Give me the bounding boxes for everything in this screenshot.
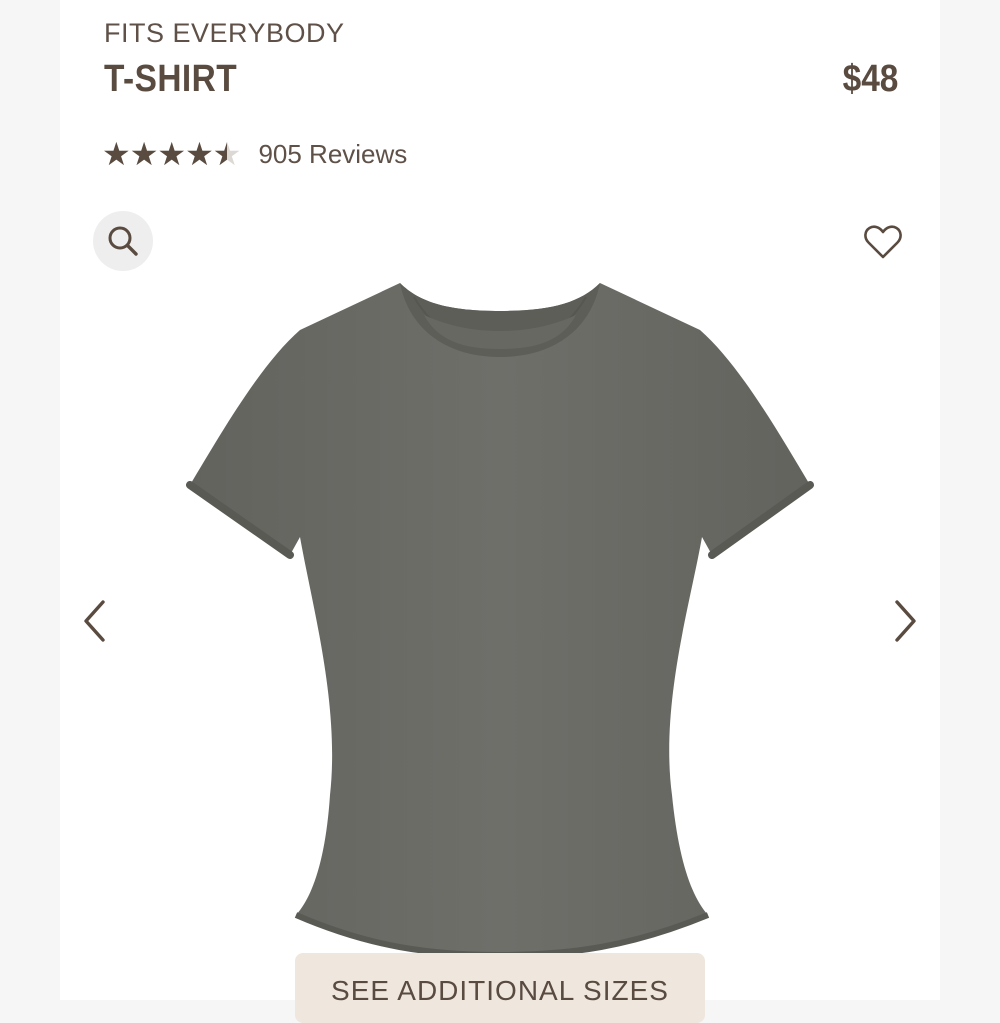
chevron-right-icon: [895, 600, 916, 642]
product-title: T-SHIRT: [104, 58, 238, 100]
product-price: $48: [842, 58, 898, 100]
next-image-button[interactable]: [886, 596, 926, 646]
product-image[interactable]: [180, 275, 820, 965]
rating-row[interactable]: ★★★★★ ★★★★★ 905 Reviews: [102, 136, 407, 172]
zoom-search-button[interactable]: [93, 211, 153, 271]
heart-icon: [864, 225, 902, 259]
star-rating: ★★★★★ ★★★★★: [102, 136, 241, 172]
see-additional-sizes-button[interactable]: SEE ADDITIONAL SIZES: [295, 953, 705, 1023]
wishlist-button[interactable]: [860, 220, 906, 264]
stars-filled: ★★★★★: [102, 136, 227, 172]
collection-label: FITS EVERYBODY: [104, 18, 345, 48]
search-icon: [108, 226, 138, 256]
reviews-link[interactable]: 905 Reviews: [258, 139, 407, 170]
previous-image-button[interactable]: [74, 596, 114, 646]
chevron-left-icon: [84, 600, 105, 642]
